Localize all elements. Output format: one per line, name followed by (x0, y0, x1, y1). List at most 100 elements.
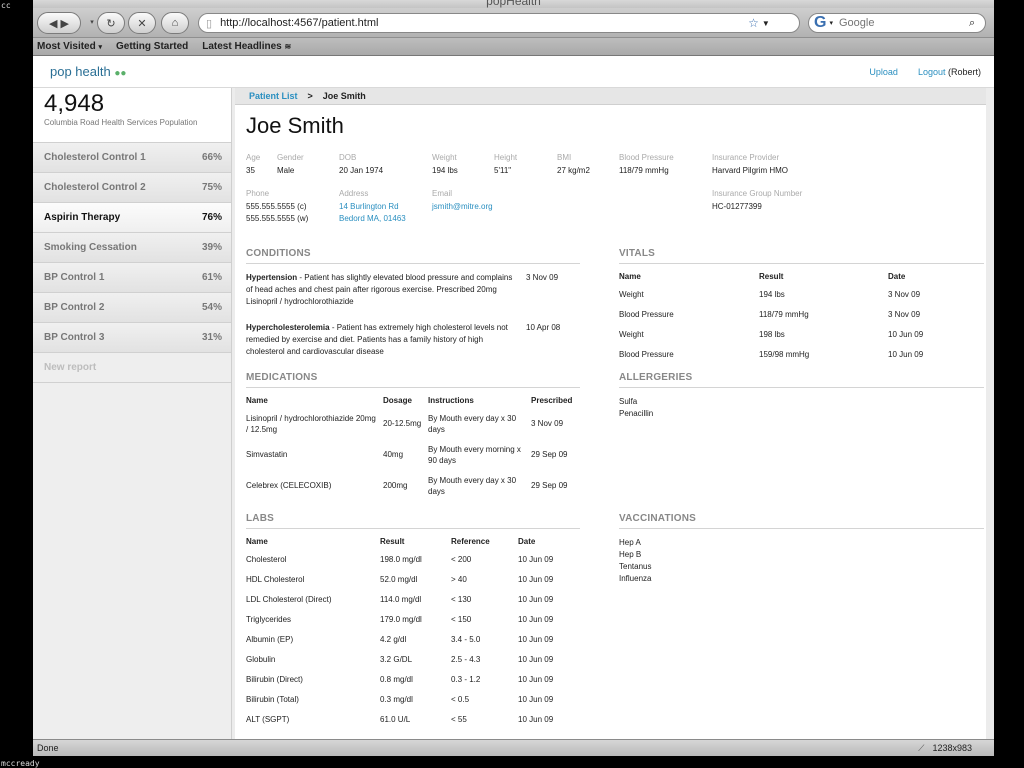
search-engine-dropdown-icon[interactable]: ▾ (829, 19, 833, 27)
medications-title: MEDICATIONS (246, 372, 580, 388)
address-line-2[interactable]: Bedord MA, 01463 (339, 213, 406, 225)
allergies-list: Sulfa Penacillin (619, 396, 984, 420)
address-line-1[interactable]: 14 Burlington Rd (339, 201, 406, 213)
window-size-readout: ⟋ 1238x983 (918, 743, 972, 753)
allergies-title: ALLERGERIES (619, 372, 984, 388)
url-dropdown-icon[interactable]: ▼ (762, 19, 770, 28)
list-item: Hep B (619, 550, 642, 559)
table-row: Bilirubin (Direct) 0.8 mg/dl 0.3 - 1.2 10 J… (246, 675, 554, 684)
bookmark-getting-started[interactable]: Getting Started (116, 41, 188, 52)
table-header: Name Result Reference Date (246, 537, 536, 546)
vitals-table: Name Result Date Weight 194 lbs 3 Nov 09 Blo… (619, 272, 923, 369)
breadcrumb-separator: > (307, 91, 313, 101)
patient-content: Patient List > Joe Smith Joe Smith Age 35… (235, 88, 986, 740)
vaccinations-list: Hep A Hep B Tentanus Influenza (619, 537, 984, 585)
field-gender: Gender Male (277, 153, 304, 175)
condition-item: Hypertension - Patient has slightly elev… (246, 273, 559, 306)
conditions-title: CONDITIONS (246, 248, 580, 264)
search-bar[interactable]: G ▾ ⌕ (808, 13, 986, 33)
patient-name: Joe Smith (246, 113, 344, 138)
condition-item: Hypercholesterolemia - Patient has extre… (246, 323, 561, 356)
table-header: Name Result Date (619, 272, 906, 281)
table-row: Albumin (EP) 4.2 g/dl 3.4 - 5.0 10 Jun 09 (246, 635, 554, 644)
table-row: Weight 198 lbs 10 Jun 09 (619, 330, 924, 339)
population-count: 4,948 (44, 90, 105, 117)
dropdown-icon: ▾ (98, 44, 103, 51)
labs-section: LABS Name Result Reference Date Cholesterol… (246, 513, 580, 734)
vaccinations-section: VACCINATIONS Hep A Hep B Tentanus Influe… (619, 513, 984, 585)
table-row: Bilirubin (Total) 0.3 mg/dl < 0.5 10 Jun 09 (246, 695, 554, 704)
table-row: Cholesterol 198.0 mg/dl < 200 10 Jun 09 (246, 555, 554, 564)
field-age: Age 35 (246, 153, 261, 175)
report-item[interactable]: BP Control 1 61% (33, 263, 231, 293)
window-title: popHealth (486, 0, 541, 8)
report-item[interactable]: Cholesterol Control 1 66% (33, 143, 231, 173)
field-bmi: BMI 27 kg/m2 (557, 153, 590, 175)
url-bar[interactable]: ▯ ☆ ▼ (198, 13, 800, 33)
forward-arrow-icon[interactable]: ▶ (61, 17, 69, 30)
labs-table: Name Result Reference Date Cholesterol 198.0… (246, 537, 553, 734)
bookmark-most-visited[interactable]: Most Visited ▾ (37, 41, 102, 52)
field-height: Height 5'11" (494, 153, 518, 175)
new-report-button[interactable]: New report (33, 353, 231, 383)
report-item[interactable]: BP Control 3 31% (33, 323, 231, 353)
status-text: Done (37, 743, 59, 753)
email-link[interactable]: jsmith@mitre.org (432, 201, 493, 213)
browser-toolbar: ◀ ▶ ▾ ↻ ✕ ⌂ ▯ ☆ ▼ G ▾ ⌕ (33, 8, 994, 38)
history-dropdown-icon[interactable]: ▾ (87, 12, 97, 32)
table-row: Celebrex (CELECOXIB) 200mg By Mouth every … (246, 476, 568, 496)
field-dob: DOB 20 Jan 1974 (339, 153, 384, 175)
list-item: Sulfa (619, 397, 638, 406)
app-header: pop health ●● Upload Logout (Robert) (33, 56, 994, 88)
url-input[interactable] (218, 16, 743, 30)
table-row: Blood Pressure 118/79 mmHg 3 Nov 09 (619, 310, 921, 319)
sidebar: 4,948 Columbia Road Health Services Popu… (33, 88, 232, 740)
page-icon: ▯ (206, 17, 213, 30)
medications-table: Name Dosage Instructions Prescribed Lisinop… (246, 396, 572, 506)
list-item: Hep A (619, 538, 641, 547)
user-label: (Robert) (947, 67, 981, 77)
field-insurance-group: Insurance Group Number HC-01277399 (712, 189, 803, 211)
title-bar: popHealth (33, 0, 994, 8)
report-item[interactable]: Cholesterol Control 2 75% (33, 173, 231, 203)
header-links: Upload Logout (Robert) (869, 67, 981, 77)
list-item: Influenza (619, 574, 652, 583)
bookmark-latest-headlines[interactable]: Latest Headlines ≋ (202, 41, 291, 52)
field-phone: Phone 555.555.5555 (c) 555.555.5555 (w) (246, 189, 309, 223)
table-row: Blood Pressure 159/98 mmHg 10 Jun 09 (619, 350, 924, 359)
table-row: LDL Cholesterol (Direct) 114.0 mg/dl < 130… (246, 595, 554, 604)
field-blood-pressure: Blood Pressure 118/79 mmHg (619, 153, 674, 175)
field-email: Email jsmith@mitre.org (432, 189, 493, 213)
corner-tag-bottom: mccready (1, 759, 40, 768)
breadcrumb-patient-list[interactable]: Patient List (249, 91, 298, 101)
report-item[interactable]: Smoking Cessation 39% (33, 233, 231, 263)
list-item: Tentanus (619, 562, 652, 571)
home-button[interactable]: ⌂ (161, 12, 189, 34)
report-item[interactable]: BP Control 2 54% (33, 293, 231, 323)
status-bar: Done ⟋ 1238x983 (33, 739, 994, 756)
field-address: Address 14 Burlington Rd Bedord MA, 01463 (339, 189, 406, 225)
back-arrow-icon[interactable]: ◀ (49, 17, 57, 30)
vitals-section: VITALS Name Result Date Weight 194 lbs 3 Nov… (619, 248, 984, 369)
search-input[interactable] (836, 16, 961, 30)
logout-link[interactable]: Logout (918, 67, 946, 77)
search-icon[interactable]: ⌕ (969, 17, 975, 30)
report-item-active[interactable]: Aspirin Therapy 76% (33, 203, 231, 233)
table-row: Triglycerides 179.0 mg/dl < 150 10 Jun 09 (246, 615, 554, 624)
google-icon: G (814, 14, 827, 31)
stop-button[interactable]: ✕ (128, 12, 156, 34)
list-item: Penacillin (619, 409, 654, 418)
upload-link[interactable]: Upload (869, 67, 898, 77)
medications-section: MEDICATIONS Name Dosage Instructions Prescr… (246, 372, 580, 506)
resize-grip-icon: ⟋ (918, 743, 925, 753)
table-row: ALT (SGPT) 61.0 U/L < 55 10 Jun 09 (246, 715, 554, 724)
table-row: Globulin 3.2 G/DL 2.5 - 4.3 10 Jun 09 (246, 655, 554, 664)
bookmark-star-icon[interactable]: ☆ (748, 16, 759, 30)
back-forward-buttons[interactable]: ◀ ▶ (37, 12, 81, 34)
pophealth-logo[interactable]: pop health ●● (50, 64, 126, 79)
table-row: HDL Cholesterol 52.0 mg/dl > 40 10 Jun 09 (246, 575, 554, 584)
reload-button[interactable]: ↻ (97, 12, 125, 34)
field-insurance-provider: Insurance Provider Harvard Pilgrim HMO (712, 153, 789, 175)
conditions-section: CONDITIONS Hypertension - Patient has sl… (246, 248, 580, 372)
breadcrumb-current: Joe Smith (322, 91, 366, 101)
